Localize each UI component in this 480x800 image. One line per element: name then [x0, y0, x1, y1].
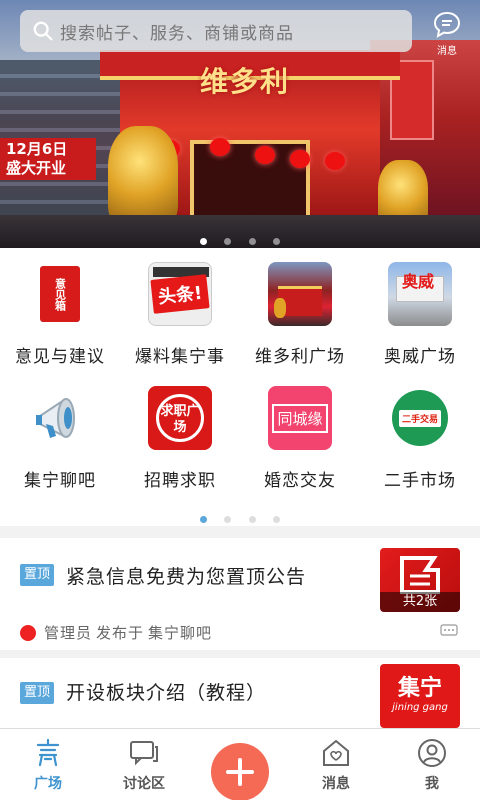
grid-item-label: 意见与建议: [15, 347, 105, 367]
search-icon: [33, 21, 53, 41]
plaza-icon: [36, 738, 60, 767]
tab-publish[interactable]: [192, 729, 288, 800]
pinned-tag: 置顶: [20, 564, 54, 586]
lion-statue: [108, 126, 178, 226]
category-grid: 意见箱 意见与建议 头条! 爆料集宁事 维多利广场 奥威 奥威广场 集宁聊吧 求…: [0, 262, 480, 496]
headlines-icon: 头条!: [148, 262, 212, 326]
grid-item-chat-bar[interactable]: 集宁聊吧: [0, 386, 120, 496]
grid-pagination: [0, 508, 480, 527]
aowei-text: 奥威: [402, 272, 435, 291]
grid-item-secondhand[interactable]: 二手交易 二手市场: [360, 386, 480, 496]
grid-item-headlines[interactable]: 头条! 爆料集宁事: [120, 262, 240, 372]
plus-icon: [226, 758, 254, 786]
grid-item-label: 爆料集宁事: [135, 347, 225, 367]
grid-item-victoria-plaza[interactable]: 维多利广场: [240, 262, 360, 372]
post-board[interactable]: 集宁聊吧: [148, 622, 212, 643]
avatar: [20, 624, 36, 641]
post-title: 开设板块介绍（教程）: [66, 682, 267, 704]
pagination-dot[interactable]: [200, 238, 208, 245]
category-grid-panel: 意见箱 意见与建议 头条! 爆料集宁事 维多利广场 奥威 奥威广场 集宁聊吧 求…: [0, 248, 480, 526]
grid-item-label: 维多利广场: [255, 347, 345, 367]
post-action: 发布于: [96, 624, 145, 642]
comment-icon[interactable]: [440, 624, 458, 638]
tab-discussion[interactable]: 讨论区: [96, 729, 192, 800]
tab-messages[interactable]: 消息: [288, 729, 384, 800]
pinned-tag: 置顶: [20, 682, 54, 704]
grid-item-dating[interactable]: 同城缘 婚恋交友: [240, 386, 360, 496]
chat-bubble-icon: [433, 11, 461, 38]
publish-button[interactable]: [211, 743, 269, 800]
opening-sign: 12月6日 盛大开业: [0, 138, 96, 180]
post-thumbnail[interactable]: 集宁 jining gang: [380, 664, 460, 728]
grid-item-label: 二手市场: [384, 471, 456, 491]
grid-item-jobs[interactable]: 求职广场 招聘求职: [120, 386, 240, 496]
megaphone-icon: [28, 386, 92, 450]
image-count: 共2张: [380, 592, 460, 612]
suggestion-box-icon: 意见箱: [28, 262, 92, 326]
post-thumbnail[interactable]: 共2张: [380, 548, 460, 612]
thumb-subtitle: jining gang: [392, 702, 448, 713]
secondhand-icon: 二手交易: [388, 386, 452, 450]
matchmaking-icon: 同城缘: [268, 386, 332, 450]
aowei-plaza-icon: 奥威: [388, 262, 452, 326]
profile-icon: [418, 739, 446, 767]
home-message-icon: [323, 739, 349, 766]
pagination-dot[interactable]: [224, 238, 232, 245]
bottom-tab-bar: 广场 讨论区 消息 我: [0, 728, 480, 800]
secondhand-text: 二手交易: [398, 409, 441, 427]
pagination-dot[interactable]: [224, 516, 232, 523]
grid-item-aowei-plaza[interactable]: 奥威 奥威广场: [360, 262, 480, 372]
post-title: 紧急信息免费为您置顶公告: [66, 566, 307, 588]
matchmaking-text: 同城缘: [272, 403, 328, 433]
pagination-dot[interactable]: [248, 516, 256, 523]
headlines-text: 头条!: [150, 274, 210, 314]
tab-label: 讨论区: [123, 776, 165, 792]
suggestion-box-text: 意见箱: [53, 278, 67, 311]
tab-label: 消息: [322, 776, 350, 792]
victoria-plaza-icon: [268, 262, 332, 326]
job-icon: 求职广场: [148, 386, 212, 450]
discussion-icon: [130, 741, 158, 766]
job-icon-text: 求职广场: [156, 394, 204, 442]
pinned-post[interactable]: 置顶 开设板块介绍（教程） 集宁 jining gang: [0, 658, 480, 728]
tab-label: 我: [425, 776, 439, 792]
post-meta: 管理员 发布于 集宁聊吧: [20, 622, 212, 643]
grid-item-suggestions[interactable]: 意见箱 意见与建议: [0, 262, 120, 372]
banner-carousel[interactable]: 维多利 12月6日 盛大开业 搜索帖子、服务、商铺或商品 消息: [0, 0, 480, 248]
storefront-sign: 维多利: [200, 65, 291, 98]
grid-item-label: 集宁聊吧: [24, 471, 96, 491]
thumb-title: 集宁: [397, 676, 442, 701]
tab-profile[interactable]: 我: [384, 729, 480, 800]
search-placeholder: 搜索帖子、服务、商铺或商品: [60, 23, 294, 44]
post-author[interactable]: 管理员: [44, 622, 92, 643]
pagination-dot[interactable]: [248, 238, 256, 245]
tab-plaza[interactable]: 广场: [0, 729, 96, 800]
messages-label: 消息: [437, 46, 457, 57]
grid-item-label: 婚恋交友: [264, 471, 336, 491]
megaphone-graphic: [36, 398, 75, 438]
grid-item-label: 招聘求职: [144, 471, 216, 491]
grid-item-label: 奥威广场: [384, 347, 456, 367]
banner-pagination: [0, 230, 480, 248]
tab-label: 广场: [34, 776, 62, 792]
pagination-dot[interactable]: [272, 238, 280, 245]
pinned-post[interactable]: 置顶 紧急信息免费为您置顶公告 共2张 管理员 发布于 集宁聊吧: [0, 538, 480, 650]
messages-button[interactable]: 消息: [428, 10, 466, 57]
pagination-dot[interactable]: [272, 516, 280, 523]
pagination-dot[interactable]: [200, 516, 208, 523]
search-bar[interactable]: 搜索帖子、服务、商铺或商品: [20, 10, 412, 52]
